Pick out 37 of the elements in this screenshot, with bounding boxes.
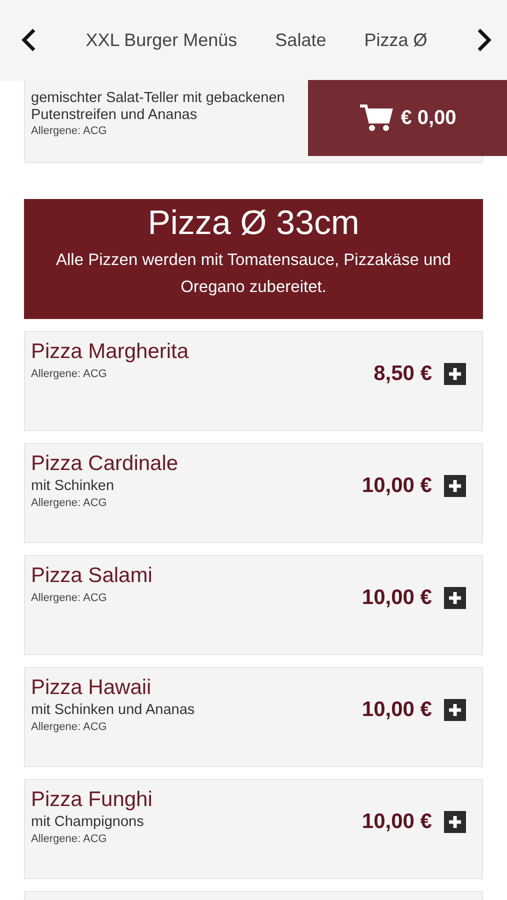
allergens-text: Allergene: ACG xyxy=(31,592,108,604)
add-button[interactable] xyxy=(444,363,466,385)
plus-icon xyxy=(448,703,462,717)
category-tab[interactable]: XXL Burger Menüs xyxy=(86,30,238,50)
add-button[interactable] xyxy=(444,699,466,721)
item-name: Pizza Salami xyxy=(31,563,152,589)
allergens-text: Allergene: ACG xyxy=(31,496,108,509)
plus-icon xyxy=(448,479,462,493)
add-button[interactable] xyxy=(444,811,466,833)
section-subtitle: Alle Pizzen werden mit Tomatensauce, Pizzakäse und Oregano zubereitet. xyxy=(55,250,452,298)
allergens-text: Allergene: ACG xyxy=(31,720,108,733)
category-tab[interactable]: Salate xyxy=(275,30,326,50)
allergens-text: Allergene: ACG xyxy=(31,832,108,845)
category-tab[interactable]: Pizza Ø xyxy=(364,30,428,50)
item-price: 10,00 € xyxy=(362,586,432,610)
add-button[interactable] xyxy=(444,475,466,497)
item-price: 10,00 € xyxy=(362,474,432,498)
item-description: mit Schinken und Ananas xyxy=(31,702,195,719)
item-price: 8,50 € xyxy=(374,362,432,386)
item-price: 10,00 € xyxy=(362,698,432,722)
add-button[interactable] xyxy=(444,587,466,609)
item-description: mit Schinken xyxy=(31,478,116,495)
cart-button[interactable]: € 0,00 xyxy=(308,80,507,156)
item-name: Pizza Hawaii xyxy=(31,675,152,701)
item-description: mit Champignons xyxy=(31,814,145,831)
plus-icon xyxy=(448,591,462,605)
item-description: gemischter Salat-Teller mit gebackenen Putenstreifen und Ananas xyxy=(31,90,286,124)
allergens-text: Allergene: ACG xyxy=(31,125,108,138)
plus-icon xyxy=(448,367,462,381)
item-name: Pizza Cardinale xyxy=(31,451,178,477)
section-title: Pizza Ø 33cm xyxy=(146,203,360,243)
item-name: Pizza Margherita xyxy=(31,339,189,365)
plus-icon xyxy=(448,815,462,829)
item-price: 10,00 € xyxy=(362,810,432,834)
allergens-text: Allergene: ACG xyxy=(31,368,108,380)
item-name: Pizza Funghi xyxy=(31,787,152,813)
cart-icon xyxy=(358,103,393,133)
